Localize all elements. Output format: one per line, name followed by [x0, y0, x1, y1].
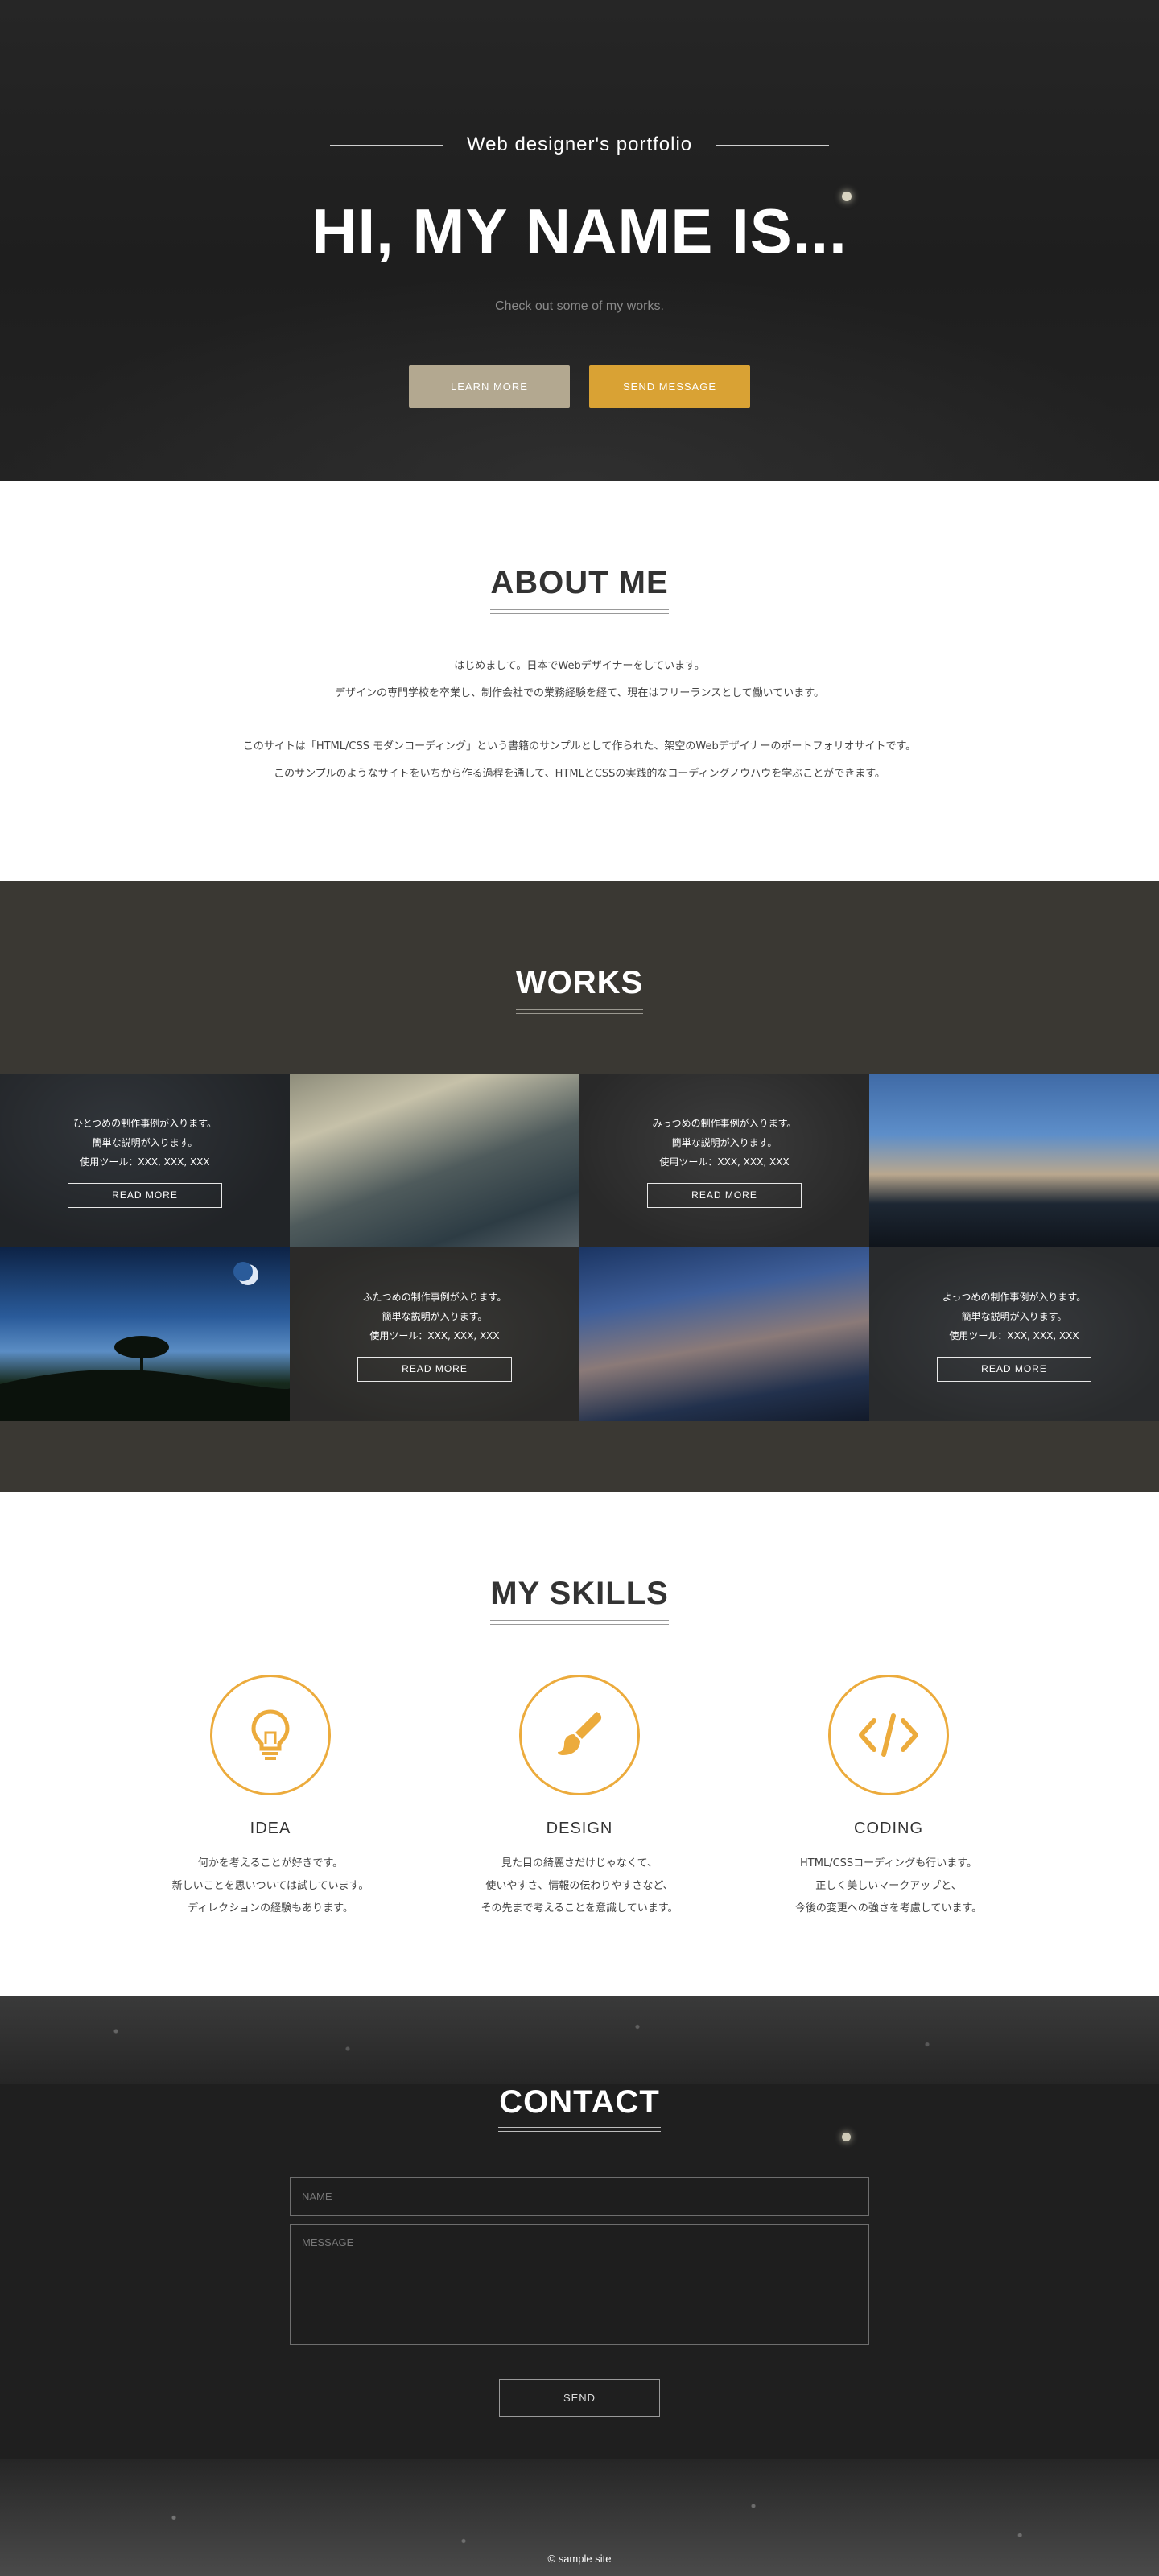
- skills-list: IDEA 何かを考えることが好きです。 新しいことを思いついては試しています。 …: [0, 1675, 1159, 1920]
- about-line: このサンプルのようなサイトをいちから作る過程を通して、HTMLとCSSの実践的な…: [274, 768, 885, 780]
- about-text: はじめまして。日本でWebデザイナーをしています。 デザインの専門学校を卒業し、…: [0, 653, 1159, 788]
- moon-decoration: [842, 2133, 851, 2141]
- hero-subtitle-row: Web designer's portfolio: [0, 134, 1159, 156]
- subtitle-rule-right: [716, 144, 830, 146]
- hero-buttons: LEARN MORE SEND MESSAGE: [0, 365, 1159, 408]
- work-image-night-tree[interactable]: [0, 1247, 290, 1421]
- skill-title: IDEA: [250, 1820, 291, 1837]
- name-input[interactable]: NAME: [290, 2177, 869, 2216]
- work-caption: よっつめの制作事例が入ります。 簡単な説明が入ります。 使用ツール：XXX, X…: [869, 1247, 1159, 1421]
- skill-idea: IDEA 何かを考えることが好きです。 新しいことを思いついては試しています。 …: [150, 1675, 391, 1920]
- work-tools: 使用ツール：XXX, XXX, XXX: [80, 1156, 210, 1168]
- read-more-button[interactable]: READ MORE: [357, 1356, 512, 1382]
- work-tile-4: よっつめの制作事例が入ります。 簡単な説明が入ります。 使用ツール：XXX, X…: [869, 1247, 1159, 1421]
- work-image-water-reflection[interactable]: [580, 1247, 869, 1421]
- work-caption: ふたつめの制作事例が入ります。 簡単な説明が入ります。 使用ツール：XXX, X…: [290, 1247, 580, 1421]
- lightbulb-icon: [251, 1709, 290, 1760]
- tree-moon-illustration: [0, 1262, 290, 1421]
- hero-title: HI, MY NAME IS...: [311, 196, 848, 266]
- hero-lead: Check out some of my works.: [495, 299, 664, 313]
- skill-design: DESIGN 見た目の綺麗さだけじゃなくて、 使いやすさ、情報の伝わりやすさなど…: [459, 1675, 700, 1920]
- skill-title: DESIGN: [546, 1820, 613, 1837]
- heading-underline: [490, 1620, 669, 1625]
- skill-description: 見た目の綺麗さだけじゃなくて、 使いやすさ、情報の伝わりやすさなど、 その先まで…: [481, 1857, 678, 1914]
- about-line: はじめまして。日本でWebデザイナーをしています。: [454, 660, 705, 672]
- work-image-sunset-flowers[interactable]: [869, 1074, 1159, 1247]
- work-tools: 使用ツール：XXX, XXX, XXX: [369, 1329, 500, 1342]
- work-caption: ひとつめの制作事例が入ります。 簡単な説明が入ります。 使用ツール：XXX, X…: [0, 1074, 290, 1247]
- footer-copyright: © sample site: [547, 2553, 612, 2565]
- heading-underline: [490, 609, 669, 614]
- work-tile-1: ひとつめの制作事例が入ります。 簡単な説明が入ります。 使用ツール：XXX, X…: [0, 1074, 290, 1247]
- send-button[interactable]: SEND: [499, 2379, 660, 2417]
- skills-heading: MY SKILLS: [490, 1576, 669, 1611]
- about-line: デザインの専門学校を卒業し、制作会社での業務経験を経て、現在はフリーランスとして…: [334, 687, 824, 699]
- skill-title: CODING: [854, 1820, 923, 1837]
- contact-form: NAME MESSAGE SEND: [290, 2177, 869, 2417]
- skill-coding: CODING HTML/CSSコーディングも行います。 正しく美しいマークアップ…: [768, 1675, 1009, 1920]
- hero-subtitle: Web designer's portfolio: [466, 134, 693, 155]
- page: Web designer's portfolio HI, MY NAME IS.…: [0, 0, 1159, 2576]
- city-lights-background: [0, 1996, 1159, 2084]
- contact-section: CONTACT NAME MESSAGE SEND © sample site: [0, 1996, 1159, 2576]
- work-tile-2: ふたつめの制作事例が入ります。 簡単な説明が入ります。 使用ツール：XXX, X…: [290, 1247, 580, 1421]
- skill-icon-circle: [519, 1675, 640, 1795]
- about-line: このサイトは「HTML/CSS モダンコーディング」という書籍のサンプルとして作…: [242, 740, 917, 752]
- heading-underline: [516, 1009, 643, 1014]
- work-title: みっつめの制作事例が入ります。: [652, 1117, 797, 1129]
- hero-section: Web designer's portfolio HI, MY NAME IS.…: [0, 0, 1159, 481]
- read-more-button[interactable]: READ MORE: [937, 1356, 1091, 1382]
- skill-icon-circle: [828, 1675, 949, 1795]
- subtitle-rule-left: [329, 144, 443, 146]
- work-description: 簡単な説明が入ります。: [961, 1310, 1067, 1322]
- skill-description: HTML/CSSコーディングも行います。 正しく美しいマークアップと、 今後の変…: [794, 1857, 983, 1914]
- works-grid: ひとつめの制作事例が入ります。 簡単な説明が入ります。 使用ツール：XXX, X…: [0, 1074, 1159, 1421]
- send-message-button[interactable]: SEND MESSAGE: [589, 365, 750, 408]
- skill-icon-circle: [210, 1675, 331, 1795]
- about-heading: ABOUT ME: [490, 565, 669, 600]
- paintbrush-icon: [558, 1712, 602, 1755]
- work-description: 簡単な説明が入ります。: [382, 1310, 488, 1322]
- code-icon: [859, 1713, 918, 1757]
- work-image-city[interactable]: [290, 1074, 580, 1247]
- learn-more-button[interactable]: LEARN MORE: [409, 365, 570, 408]
- message-textarea[interactable]: MESSAGE: [290, 2224, 869, 2345]
- read-more-button[interactable]: READ MORE: [647, 1182, 802, 1208]
- read-more-button[interactable]: READ MORE: [68, 1182, 222, 1208]
- heading-underline: [498, 2127, 661, 2132]
- work-description: 簡単な説明が入ります。: [671, 1136, 777, 1148]
- work-title: ひとつめの制作事例が入ります。: [73, 1117, 217, 1129]
- work-title: よっつめの制作事例が入ります。: [942, 1291, 1087, 1303]
- skills-section: MY SKILLS IDEA 何かを考えることが好きです。 新しいことを思いつい…: [0, 1492, 1159, 1996]
- work-description: 簡単な説明が入ります。: [92, 1136, 198, 1148]
- work-tile-3: みっつめの制作事例が入ります。 簡単な説明が入ります。 使用ツール：XXX, X…: [580, 1074, 869, 1247]
- skill-description: 何かを考えることが好きです。 新しいことを思いついては試しています。 ディレクシ…: [171, 1857, 369, 1914]
- work-tools: 使用ツール：XXX, XXX, XXX: [949, 1329, 1079, 1342]
- work-title: ふたつめの制作事例が入ります。: [362, 1291, 507, 1303]
- about-section: ABOUT ME はじめまして。日本でWebデザイナーをしています。 デザインの…: [0, 481, 1159, 881]
- work-tools: 使用ツール：XXX, XXX, XXX: [659, 1156, 790, 1168]
- works-section: WORKS ひとつめの制作事例が入ります。 簡単な説明が入ります。 使用ツール：…: [0, 881, 1159, 1492]
- work-caption: みっつめの制作事例が入ります。 簡単な説明が入ります。 使用ツール：XXX, X…: [580, 1074, 869, 1247]
- works-heading: WORKS: [515, 965, 644, 1000]
- contact-heading: CONTACT: [499, 2084, 660, 2120]
